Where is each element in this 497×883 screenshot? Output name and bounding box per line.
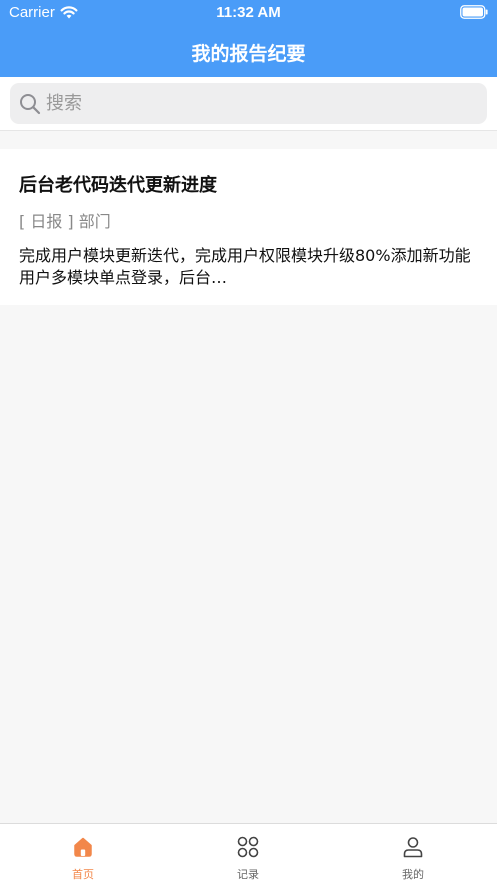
tab-home-label: 首页 [72, 868, 94, 881]
tab-records-label: 记录 [237, 868, 259, 881]
page-title: 我的报告纪要 [191, 43, 306, 65]
search-input[interactable] [46, 83, 476, 124]
home-icon [74, 837, 92, 857]
tab-home[interactable]: 首页 [13, 824, 153, 883]
clock: 11:32 AM [216, 4, 281, 21]
report-meta: [ 日报 ] 部门 [19, 212, 111, 231]
search-icon [20, 94, 41, 115]
tab-records[interactable]: 记录 [178, 824, 318, 883]
battery-icon [460, 5, 488, 19]
tab-bar: 首页 记录 我的 [0, 823, 497, 883]
report-card[interactable]: 后台老代码迭代更新进度 [ 日报 ] 部门 完成用户模块更新迭代，完成用户权限模… [0, 149, 497, 305]
report-summary: 完成用户模块更新迭代，完成用户权限模块升级80%添加新功能用户多模块单点登录，后… [19, 246, 471, 287]
grid-icon [237, 836, 259, 858]
user-icon [403, 837, 423, 858]
report-title: 后台老代码迭代更新进度 [19, 175, 217, 196]
status-bar: Carrier 11:32 AM [0, 0, 497, 26]
search-box[interactable] [10, 83, 487, 124]
tab-mine[interactable]: 我的 [343, 824, 483, 883]
header: Carrier 11:32 AM 我的报告纪要 [0, 0, 497, 77]
tab-mine-label: 我的 [402, 868, 424, 881]
search-bar [0, 77, 497, 131]
